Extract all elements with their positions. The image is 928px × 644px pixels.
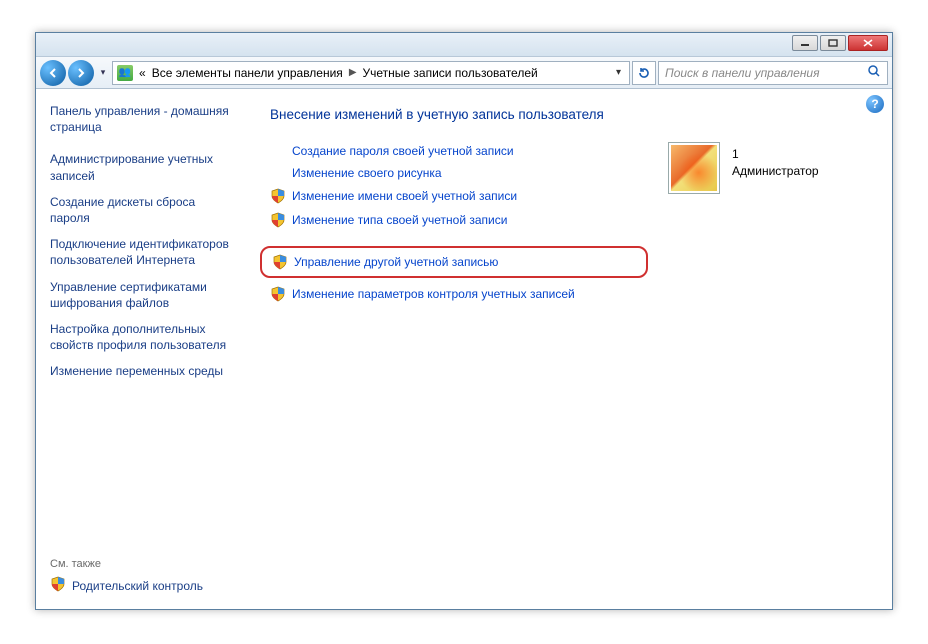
address-bar[interactable]: 👥 « Все элементы панели управления ▶ Уче… bbox=[112, 61, 630, 85]
sidebar-link-password-reset-disk[interactable]: Создание дискеты сброса пароля bbox=[50, 190, 234, 232]
back-button[interactable] bbox=[40, 60, 66, 86]
task-label: Изменение типа своей учетной записи bbox=[292, 213, 507, 227]
shield-icon bbox=[272, 254, 288, 270]
sidebar-link-encryption-certs[interactable]: Управление сертификатами шифрования файл… bbox=[50, 275, 234, 317]
shield-icon bbox=[270, 212, 286, 228]
search-input[interactable]: Поиск в панели управления bbox=[658, 61, 888, 85]
nav-history-dropdown[interactable]: ▾ bbox=[96, 63, 110, 83]
search-icon bbox=[867, 64, 881, 81]
search-placeholder: Поиск в панели управления bbox=[665, 66, 820, 80]
titlebar bbox=[36, 33, 892, 57]
account-role: Администратор bbox=[732, 163, 819, 180]
task-label: Управление другой учетной записью bbox=[294, 255, 498, 269]
task-change-type[interactable]: Изменение типа своей учетной записи bbox=[270, 208, 638, 232]
shield-icon bbox=[50, 576, 66, 595]
task-change-uac[interactable]: Изменение параметров контроля учетных за… bbox=[270, 282, 638, 306]
shield-icon bbox=[270, 188, 286, 204]
sidebar: Панель управления - домашняя страница Ад… bbox=[36, 89, 246, 609]
account-name: 1 bbox=[732, 146, 819, 163]
control-panel-home-link[interactable]: Панель управления - домашняя страница bbox=[50, 103, 234, 135]
sidebar-link-advanced-profile[interactable]: Настройка дополнительных свойств профиля… bbox=[50, 317, 234, 359]
task-label: Изменение имени своей учетной записи bbox=[292, 189, 517, 203]
account-avatar bbox=[668, 142, 720, 194]
breadcrumb-part-2[interactable]: Учетные записи пользователей bbox=[363, 66, 538, 80]
task-create-password[interactable]: Создание пароля своей учетной записи bbox=[270, 140, 638, 162]
sidebar-link-admin-accounts[interactable]: Администрирование учетных записей bbox=[50, 147, 234, 189]
task-change-name[interactable]: Изменение имени своей учетной записи bbox=[270, 184, 638, 208]
content-area: Панель управления - домашняя страница Ад… bbox=[36, 89, 892, 609]
current-account-card: 1 Администратор bbox=[668, 140, 868, 306]
parental-controls-link[interactable]: Родительский контроль bbox=[50, 576, 234, 599]
task-change-picture[interactable]: Изменение своего рисунка bbox=[270, 162, 638, 184]
forward-button[interactable] bbox=[68, 60, 94, 86]
task-list: Создание пароля своей учетной записи Изм… bbox=[270, 140, 638, 306]
navigation-bar: ▾ 👥 « Все элементы панели управления ▶ У… bbox=[36, 57, 892, 89]
page-heading: Внесение изменений в учетную запись поль… bbox=[270, 107, 868, 122]
address-dropdown[interactable]: ▾ bbox=[612, 67, 625, 78]
task-label: Создание пароля своей учетной записи bbox=[292, 144, 514, 158]
help-button[interactable]: ? bbox=[866, 95, 884, 113]
account-info: 1 Администратор bbox=[732, 142, 819, 180]
close-button[interactable] bbox=[848, 35, 888, 51]
sidebar-link-online-ids[interactable]: Подключение идентификаторов пользователе… bbox=[50, 232, 234, 274]
main-panel: ? Внесение изменений в учетную запись по… bbox=[246, 89, 892, 609]
chevron-right-icon: ▶ bbox=[349, 67, 357, 78]
task-manage-other-account[interactable]: Управление другой учетной записью bbox=[260, 246, 648, 278]
maximize-button[interactable] bbox=[820, 35, 846, 51]
breadcrumb-prefix: « bbox=[139, 66, 146, 80]
see-also-label: См. также bbox=[50, 558, 234, 576]
user-accounts-icon: 👥 bbox=[117, 65, 133, 81]
flower-avatar-image bbox=[671, 145, 717, 191]
parental-controls-label: Родительский контроль bbox=[72, 579, 203, 593]
refresh-button[interactable] bbox=[632, 61, 656, 85]
breadcrumb-part-1[interactable]: Все элементы панели управления bbox=[152, 66, 343, 80]
control-panel-window: ▾ 👥 « Все элементы панели управления ▶ У… bbox=[35, 32, 893, 610]
minimize-button[interactable] bbox=[792, 35, 818, 51]
shield-icon bbox=[270, 286, 286, 302]
sidebar-link-env-vars[interactable]: Изменение переменных среды bbox=[50, 359, 234, 385]
task-label: Изменение своего рисунка bbox=[292, 166, 442, 180]
task-label: Изменение параметров контроля учетных за… bbox=[292, 287, 575, 301]
